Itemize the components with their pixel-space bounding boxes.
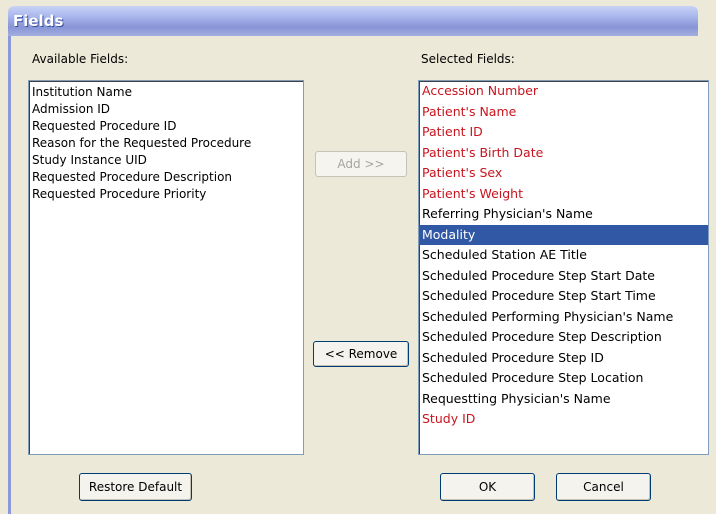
selected-field-item[interactable]: Requestting Physician's Name	[419, 389, 708, 410]
selected-field-item[interactable]: Patient's Birth Date	[419, 143, 708, 164]
available-field-item[interactable]: Requested Procedure Description	[29, 169, 303, 186]
selected-field-item[interactable]: Patient's Weight	[419, 184, 708, 205]
selected-field-item[interactable]: Scheduled Procedure Step Description	[419, 327, 708, 348]
selected-field-item[interactable]: Referring Physician's Name	[419, 204, 708, 225]
available-field-item[interactable]: Reason for the Requested Procedure	[29, 135, 303, 152]
selected-field-item[interactable]: Scheduled Procedure Step ID	[419, 348, 708, 369]
selected-field-item[interactable]: Scheduled Procedure Step Start Date	[419, 266, 708, 287]
available-fields-list[interactable]: Institution Name Admission ID Requested Pr…	[28, 80, 304, 455]
available-field-item[interactable]: Admission ID	[29, 101, 303, 118]
selected-field-item[interactable]: Patient's Sex	[419, 163, 708, 184]
selected-field-item[interactable]: Patient's Name	[419, 102, 708, 123]
selected-field-item[interactable]: Scheduled Procedure Step Location	[419, 368, 708, 389]
selected-field-item[interactable]: Scheduled Procedure Step Start Time	[419, 286, 708, 307]
available-field-item[interactable]: Requested Procedure Priority	[29, 186, 303, 203]
fields-dialog: Fields Available Fields: Institution Nam…	[0, 0, 716, 514]
selected-fields-list[interactable]: Accession Number Patient's Name Patient ID…	[418, 80, 709, 455]
title-bar[interactable]: Fields	[8, 6, 698, 36]
remove-button[interactable]: << Remove	[313, 341, 409, 367]
restore-default-button[interactable]: Restore Default	[79, 473, 192, 501]
selected-field-item[interactable]: Scheduled Station AE Title	[419, 245, 708, 266]
selected-field-item[interactable]: Study ID	[419, 409, 708, 430]
selected-field-item[interactable]: Scheduled Performing Physician's Name	[419, 307, 708, 328]
window-title: Fields	[13, 12, 64, 30]
selected-field-item[interactable]: Patient ID	[419, 122, 708, 143]
available-field-item[interactable]: Requested Procedure ID	[29, 118, 303, 135]
available-fields-label: Available Fields:	[32, 52, 129, 66]
selected-field-item[interactable]: Accession Number	[419, 81, 708, 102]
ok-button[interactable]: OK	[440, 473, 535, 501]
selected-fields-label: Selected Fields:	[421, 52, 515, 66]
available-field-item[interactable]: Study Instance UID	[29, 152, 303, 169]
available-field-item[interactable]: Institution Name	[29, 84, 303, 101]
selected-field-item[interactable]: Modality	[419, 224, 708, 245]
cancel-button[interactable]: Cancel	[556, 473, 651, 501]
add-button[interactable]: Add >>	[315, 151, 407, 177]
